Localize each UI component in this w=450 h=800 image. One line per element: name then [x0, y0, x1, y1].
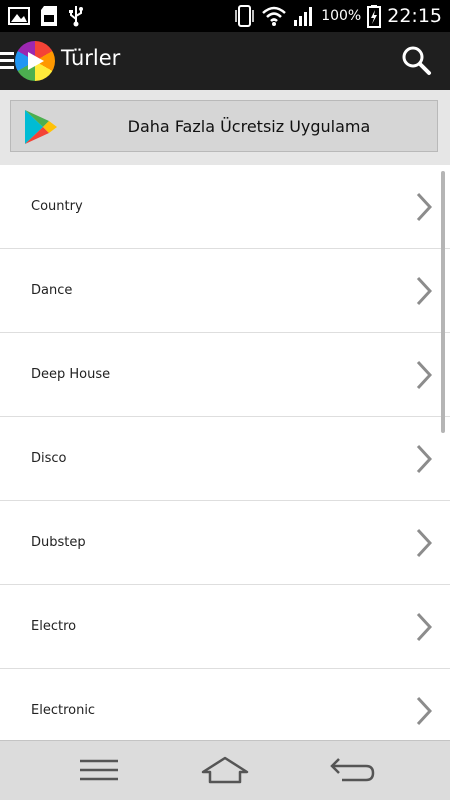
list-item[interactable]: Dubstep: [0, 501, 450, 585]
signal-icon: [294, 7, 313, 26]
usb-icon: [69, 6, 83, 27]
genre-label: Electro: [31, 619, 77, 634]
genre-label: Disco: [31, 451, 67, 466]
chevron-right-icon: [416, 444, 432, 474]
battery-percent: 100%: [321, 8, 362, 24]
list-item[interactable]: Disco: [0, 417, 450, 501]
status-bar-system: 100% 22:15: [233, 4, 442, 28]
sd-card-icon: [41, 6, 57, 26]
genre-label: Deep House: [31, 367, 111, 382]
genre-label: Dubstep: [31, 535, 86, 550]
page-title: Türler: [61, 46, 121, 70]
home-icon[interactable]: [200, 755, 250, 785]
search-icon[interactable]: [400, 44, 432, 76]
more-free-apps-button[interactable]: Daha Fazla Ücretsiz Uygulama: [10, 100, 438, 152]
vibrate-icon: [235, 5, 254, 27]
chevron-right-icon: [416, 528, 432, 558]
list-item[interactable]: Electronic: [0, 669, 450, 740]
chevron-right-icon: [416, 612, 432, 642]
status-bar-notifications: [8, 5, 84, 27]
menu-icon[interactable]: [78, 755, 120, 785]
nav-bar: [0, 740, 450, 800]
app-logo-icon[interactable]: [15, 41, 55, 81]
clock: 22:15: [387, 5, 442, 27]
scrollbar[interactable]: [441, 171, 445, 433]
chevron-right-icon: [416, 360, 432, 390]
list-item[interactable]: Dance: [0, 249, 450, 333]
promo-label: Daha Fazla Ücretsiz Uygulama: [127, 117, 371, 136]
status-bar: 100% 22:15: [0, 0, 450, 32]
chevron-right-icon: [416, 696, 432, 726]
menu-icon[interactable]: [0, 52, 14, 70]
wifi-icon: [262, 6, 287, 26]
list-item[interactable]: Deep House: [0, 333, 450, 417]
genre-label: Country: [31, 199, 83, 214]
genre-list[interactable]: Country Dance Deep House Disco Dubstep E…: [0, 165, 450, 740]
action-bar: Türler: [0, 32, 450, 90]
image-notification-icon: [8, 7, 30, 25]
list-item[interactable]: Country: [0, 165, 450, 249]
genre-label: Electronic: [31, 703, 96, 718]
chevron-right-icon: [416, 276, 432, 306]
promo-area: Daha Fazla Ücretsiz Uygulama: [0, 90, 450, 165]
play-store-icon: [25, 110, 57, 144]
genre-label: Dance: [31, 283, 73, 298]
list-item[interactable]: Electro: [0, 585, 450, 669]
battery-charging-icon: [367, 5, 382, 28]
back-icon[interactable]: [328, 755, 376, 785]
chevron-right-icon: [416, 192, 432, 222]
